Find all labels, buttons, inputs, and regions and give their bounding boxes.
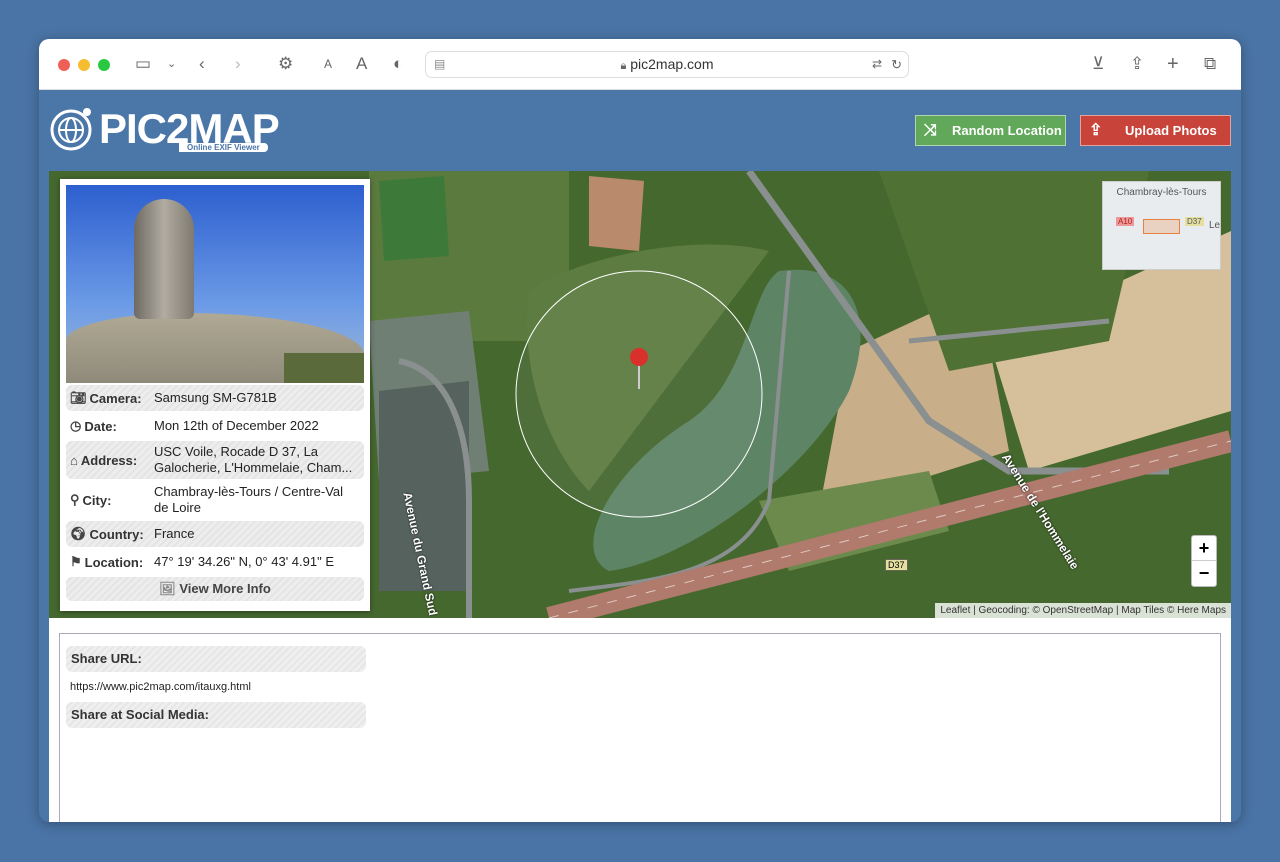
maximize-button[interactable] xyxy=(98,59,110,71)
clay-court xyxy=(589,176,644,251)
random-location-label: Random Location xyxy=(952,123,1062,138)
info-label-text: Country: xyxy=(89,526,144,542)
zoom-control: + − xyxy=(1191,535,1217,587)
home-icon: ⌂ xyxy=(70,452,78,468)
random-location-button[interactable]: ⤨ Random Location xyxy=(915,115,1066,146)
chevron-down-icon[interactable]: ⌄ xyxy=(167,53,176,75)
zoom-in-button[interactable]: + xyxy=(1192,536,1216,561)
view-more-info-label: View More Info xyxy=(179,581,271,596)
share-icon[interactable]: ⇪ xyxy=(1130,53,1144,75)
share-url[interactable]: https://www.pic2map.com/itauxg.html xyxy=(70,681,251,693)
info-label: 🌍︎ Country: xyxy=(70,526,154,542)
minimap-viewport[interactable] xyxy=(1143,219,1180,234)
info-value: 47° 19' 34.26" N, 0° 43' 4.91" E xyxy=(154,554,334,569)
share-section: Share URL: https://www.pic2map.com/itaux… xyxy=(49,618,1231,822)
shield-icon[interactable]: ◐ xyxy=(393,53,403,75)
back-icon[interactable]: ‹ xyxy=(199,53,205,75)
upload-icon: ⇪ xyxy=(1089,122,1103,139)
photo[interactable] xyxy=(66,185,364,383)
info-label-text: Date: xyxy=(84,418,117,434)
clock-icon: ◷ xyxy=(70,418,82,433)
info-value: Chambray-lès-Tours / Centre-Val de Loire xyxy=(154,484,344,515)
camera-icon: 📷︎ xyxy=(70,390,87,405)
browser-window: ▭ ⌄ ‹ › ⚙ A A ◐ ▤ 🔒︎ pic2map.com ⇄ ↻ ⊻ ⇪… xyxy=(39,39,1241,822)
image-icon: 🖼︎ xyxy=(159,581,176,596)
minimap-city: Chambray-lès-Tours xyxy=(1116,187,1207,198)
info-label-text: City: xyxy=(82,492,112,508)
info-label: ⚲ City: xyxy=(70,492,154,508)
minimap[interactable]: Chambray-lès-Tours A10 D37 Le xyxy=(1102,181,1221,270)
address-bar[interactable]: ▤ 🔒︎ pic2map.com ⇄ ↻ xyxy=(425,51,909,78)
info-value: Mon 12th of December 2022 xyxy=(154,418,319,433)
download-icon[interactable]: ⊻ xyxy=(1092,53,1104,75)
info-row: 📷︎ Camera: Samsung SM-G781B xyxy=(66,385,364,411)
logo-subtitle: Online EXIF Viewer xyxy=(179,143,268,152)
site-header: PIC2MAP Online EXIF Viewer ⤨ Random Loca… xyxy=(39,90,1241,171)
upload-photos-button[interactable]: ⇪ Upload Photos xyxy=(1080,115,1231,146)
share-social-heading: Share at Social Media: xyxy=(66,702,366,728)
tabs-overview-icon[interactable]: ⧉ xyxy=(1204,53,1216,75)
globe-logo-icon xyxy=(50,108,92,151)
gear-icon[interactable]: ⚙ xyxy=(278,53,293,75)
forward-icon[interactable]: › xyxy=(235,53,241,75)
text-larger-icon[interactable]: A xyxy=(356,53,367,75)
map-attribution[interactable]: Leaflet | Geocoding: © OpenStreetMap | M… xyxy=(935,603,1231,618)
text-smaller-icon[interactable]: A xyxy=(324,53,332,75)
map-pin-marker xyxy=(630,348,648,366)
minimap-label: Le xyxy=(1209,220,1221,231)
road-shield: D37 xyxy=(885,559,908,571)
translate-icon[interactable]: ⇄ xyxy=(872,52,882,77)
zoom-out-button[interactable]: − xyxy=(1192,561,1216,586)
url-text: pic2map.com xyxy=(630,56,714,72)
globe-icon: 🌍︎ xyxy=(70,526,87,541)
accuracy-circle xyxy=(515,270,763,518)
info-row: ⌂ Address: USC Voile, Rocade D 37, La Galo… xyxy=(66,441,364,479)
close-button[interactable] xyxy=(58,59,70,71)
info-label: ⚑ Location: xyxy=(70,554,154,570)
reload-icon[interactable]: ↻ xyxy=(891,52,902,77)
new-tab-icon[interactable]: + xyxy=(1167,53,1179,75)
info-row: 🌍︎ Country: France xyxy=(66,521,364,547)
info-value: USC Voile, Rocade D 37, La Galocherie, L… xyxy=(154,444,353,475)
info-row: ◷ Date: Mon 12th of December 2022 xyxy=(66,413,364,439)
browser-toolbar: ▭ ⌄ ‹ › ⚙ A A ◐ ▤ 🔒︎ pic2map.com ⇄ ↻ ⊻ ⇪… xyxy=(39,39,1241,90)
info-label-text: Camera: xyxy=(89,390,142,406)
trees xyxy=(284,353,364,383)
info-label: ⌂ Address: xyxy=(70,453,154,468)
info-row: ⚑ Location: 47° 19' 34.26" N, 0° 43' 4.91"… xyxy=(66,549,364,575)
map[interactable]: Avenue du Grand Sud Avenue de l'Hommelai… xyxy=(49,171,1231,618)
lock-icon: 🔒︎ xyxy=(620,60,627,72)
road-shield: D37 xyxy=(1185,217,1204,226)
share-url-heading: Share URL: xyxy=(66,646,366,672)
info-label: ◷ Date: xyxy=(70,418,154,434)
upload-photos-label: Upload Photos xyxy=(1125,123,1217,138)
info-label: 📷︎ Camera: xyxy=(70,390,154,406)
map-pin-icon: ⚑ xyxy=(70,554,82,569)
page-icon: ▤ xyxy=(434,57,446,71)
info-value: Samsung SM-G781B xyxy=(154,390,277,405)
shuffle-icon: ⤨ xyxy=(924,122,937,139)
statue xyxy=(134,199,194,319)
photo-info-card: 📷︎ Camera: Samsung SM-G781B ◷ Date: Mon 12th … xyxy=(60,179,370,611)
minimize-button[interactable] xyxy=(78,59,90,71)
info-label-text: Address: xyxy=(80,452,138,468)
user-location-icon: ⚲ xyxy=(70,492,80,507)
sidebar-icon[interactable]: ▭ xyxy=(135,53,151,75)
road-shield: A10 xyxy=(1116,217,1135,226)
share-panel: Share URL: https://www.pic2map.com/itaux… xyxy=(59,633,1221,822)
info-row: ⚲ City: Chambray-lès-Tours / Centre-Val de… xyxy=(66,481,364,519)
view-more-info-button[interactable]: 🖼︎ View More Info xyxy=(66,577,364,601)
info-value: France xyxy=(154,526,195,541)
info-label-text: Location: xyxy=(84,554,144,570)
